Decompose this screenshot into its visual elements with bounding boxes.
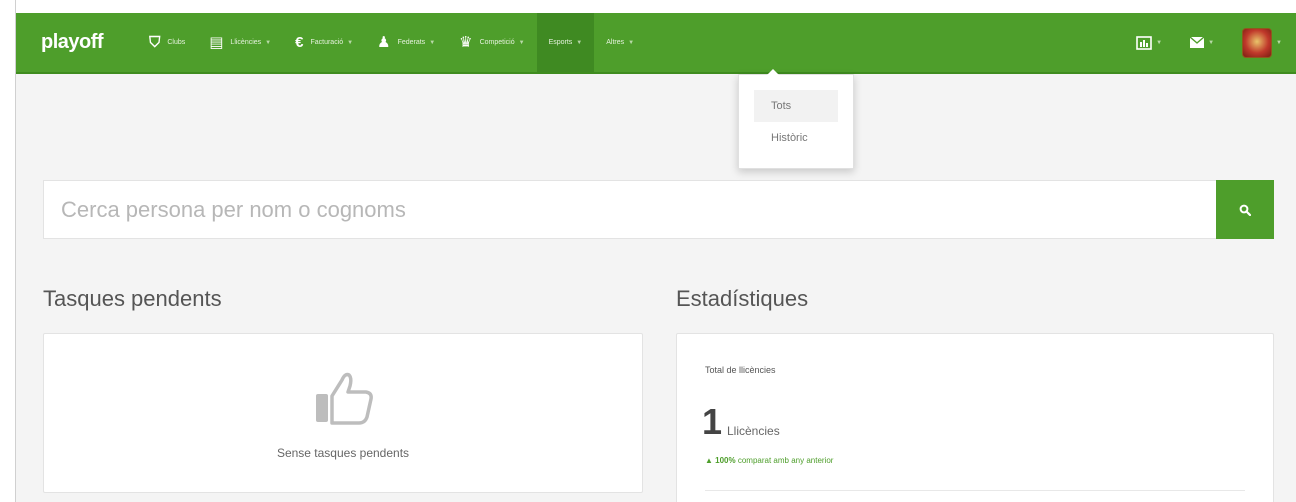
stats-title: Estadístiques: [676, 286, 809, 311]
tasks-card: Sense tasques pendents: [43, 333, 643, 493]
trend-up-icon: ▲: [705, 456, 716, 465]
search-icon: [1239, 204, 1251, 216]
envelope-icon: [1190, 37, 1205, 48]
search-input[interactable]: [44, 181, 1216, 238]
trophy-icon: ♛: [459, 34, 473, 51]
nav-item-label: Esports: [548, 39, 573, 46]
thumbs-up-icon: [316, 372, 373, 425]
tasks-empty-text: Sense tasques pendents: [276, 446, 410, 460]
dropdown-arrow: [767, 69, 779, 75]
id-card-icon: ▤: [209, 34, 224, 51]
app-root: playoff ⛉ Clubs ▤ Llicències ▼ € Factura…: [16, 13, 1296, 502]
nav-item-competicio[interactable]: ♛ Competició ▼: [447, 13, 536, 72]
chevron-down-icon: ▼: [1156, 39, 1163, 46]
stat-trend: ▲ 100% comparat amb any anterior: [705, 456, 833, 465]
dropdown-item-historic[interactable]: Històric: [754, 122, 838, 154]
nav-item-label: Clubs: [167, 39, 186, 46]
chevron-down-icon: ▼: [1208, 39, 1215, 46]
user-menu[interactable]: ▼: [1228, 13, 1296, 72]
window-frame-left: [0, 0, 16, 502]
nav-item-clubs[interactable]: ⛉ Clubs: [137, 13, 197, 72]
nav-item-altres[interactable]: Altres ▼: [594, 13, 646, 72]
chevron-down-icon: ▼: [518, 39, 525, 46]
nav-item-label: Federats: [397, 39, 426, 46]
dropdown-item-tots[interactable]: Tots: [754, 90, 838, 122]
nav-item-llicencies[interactable]: ▤ Llicències ▼: [197, 13, 283, 72]
person-search-bar: [43, 180, 1274, 239]
nav-item-label: Competició: [479, 39, 515, 46]
messages-menu[interactable]: ▼: [1176, 13, 1228, 72]
top-navbar: playoff ⛉ Clubs ▤ Llicències ▼ € Factura…: [16, 13, 1296, 74]
stats-card: Total de llicències 1 Llicències ▲ 100% …: [676, 333, 1274, 502]
stat-label: Total de llicències: [705, 365, 776, 375]
euro-icon: €: [295, 34, 304, 51]
brand-logo[interactable]: playoff: [41, 31, 104, 54]
stat-unit: Llicències: [727, 424, 780, 438]
trend-value: 100%: [715, 456, 736, 465]
chevron-down-icon: ▼: [347, 39, 354, 46]
stats-menu[interactable]: ▼: [1122, 13, 1176, 72]
divider: [705, 490, 1245, 491]
chevron-down-icon: ▼: [628, 39, 635, 46]
nav-item-label: Altres: [606, 39, 625, 46]
trend-text: comparat amb any anterior: [737, 456, 834, 465]
tasks-title: Tasques pendents: [43, 286, 222, 311]
chart-icon: [1136, 35, 1152, 50]
chevron-down-icon: ▼: [265, 39, 272, 46]
search-button[interactable]: [1216, 180, 1274, 239]
navbar-right: ▼ ▼ ▼: [1122, 13, 1296, 72]
nav-item-esports[interactable]: Esports ▼: [536, 13, 595, 72]
chevron-down-icon: ▼: [576, 39, 583, 46]
nav-item-facturacio[interactable]: € Facturació ▼: [283, 13, 365, 72]
nav-item-federats[interactable]: ♟ Federats ▼: [365, 13, 447, 72]
nav-item-label: Llicències: [230, 39, 262, 46]
chevron-down-icon: ▼: [429, 39, 436, 46]
user-icon: ♟: [377, 34, 391, 51]
chevron-down-icon: ▼: [1276, 39, 1282, 46]
avatar: [1242, 27, 1273, 58]
stat-value: 1: [702, 401, 723, 442]
nav-item-label: Facturació: [310, 39, 344, 46]
window-frame-top: [0, 0, 1296, 13]
shield-icon: ⛉: [149, 34, 161, 51]
esports-dropdown-menu: Tots Històric: [738, 69, 854, 169]
